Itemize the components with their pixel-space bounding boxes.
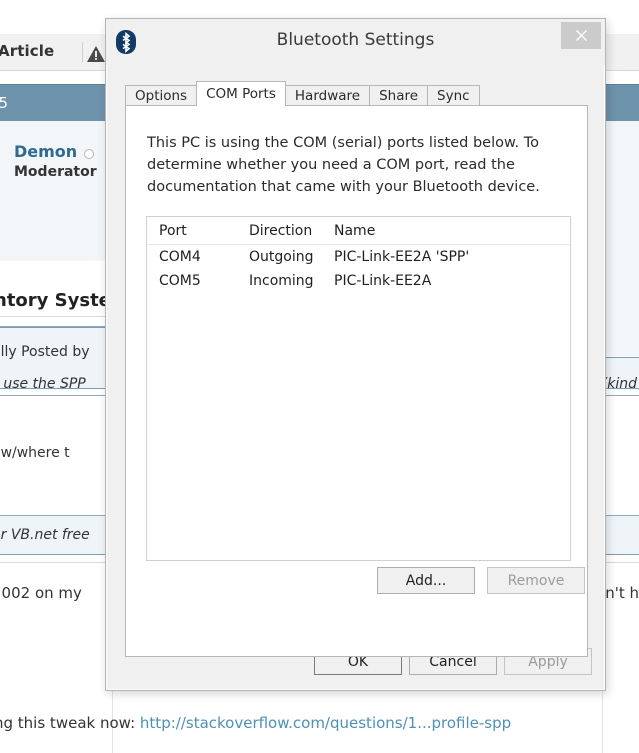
- tab-share[interactable]: Share: [369, 85, 428, 106]
- post-body-panel-right: [605, 121, 639, 356]
- column-header-name: Name: [322, 223, 570, 239]
- warning-triangle-icon: [86, 45, 106, 63]
- cell-direction: Incoming: [237, 273, 322, 289]
- tab-hardware[interactable]: Hardware: [285, 85, 370, 106]
- quote-text-right: (kind: [602, 376, 637, 392]
- thread-title: ntory Syste: [0, 290, 111, 311]
- bluetooth-settings-dialog: Bluetooth Settings Options COM Ports Har…: [105, 18, 606, 691]
- tab-options[interactable]: Options: [125, 85, 197, 106]
- breadcrumb-divider: [82, 42, 83, 62]
- dialog-tabs: Options COM Ports Hardware Share Sync: [125, 83, 588, 106]
- column-header-direction: Direction: [237, 223, 322, 239]
- remove-button: Remove: [487, 567, 585, 594]
- dialog-titlebar[interactable]: Bluetooth Settings: [106, 19, 605, 65]
- com-ports-list[interactable]: Port Direction Name COM4 Outgoing PIC-Li…: [146, 216, 571, 561]
- cell-port: COM4: [147, 249, 237, 265]
- divider: [0, 562, 112, 563]
- cell-port: COM5: [147, 273, 237, 289]
- post-body-line-1: ow/where t: [0, 445, 70, 461]
- divider: [0, 395, 112, 396]
- panel-description: This PC is using the COM (serial) ports …: [147, 132, 547, 198]
- post-body-line-3-right: n't h: [605, 584, 639, 602]
- bottom-text-line: ng this tweak now: http://stackoverflow.…: [0, 714, 511, 732]
- com-ports-panel: This PC is using the COM (serial) ports …: [125, 105, 588, 657]
- user-status-icon: [84, 149, 94, 159]
- cell-direction: Outgoing: [237, 249, 322, 265]
- column-header-port: Port: [147, 223, 237, 239]
- divider: [0, 316, 112, 317]
- dialog-title: Bluetooth Settings: [106, 30, 605, 50]
- bottom-text-prefix: ng this tweak now:: [0, 714, 140, 732]
- post-body-line-3: 2002 on my: [0, 584, 82, 602]
- post-count-label: 5: [0, 94, 8, 112]
- post-author-rank: Moderator: [14, 164, 97, 180]
- cell-name: PIC-Link-EE2A: [322, 273, 570, 289]
- add-button[interactable]: Add...: [377, 567, 475, 594]
- quote-box-2-right: [605, 516, 639, 555]
- list-header-row: Port Direction Name: [147, 217, 570, 245]
- quote-header-text: ally Posted by: [0, 344, 90, 360]
- divider: [605, 562, 639, 563]
- post-count-header-right: [605, 84, 639, 122]
- table-row[interactable]: COM5 Incoming PIC-Link-EE2A: [147, 269, 570, 293]
- divider: [605, 395, 639, 396]
- tab-sync[interactable]: Sync: [427, 85, 480, 106]
- post-author-name[interactable]: Demon: [14, 142, 77, 161]
- quote-text: u use the SPP: [0, 376, 86, 392]
- table-row[interactable]: COM4 Outgoing PIC-Link-EE2A 'SPP': [147, 245, 570, 269]
- close-icon[interactable]: [561, 22, 601, 49]
- stackoverflow-link[interactable]: http://stackoverflow.com/questions/1...p…: [140, 714, 511, 732]
- breadcrumb-article[interactable]: Article: [0, 42, 54, 60]
- tab-com-ports[interactable]: COM Ports: [196, 81, 286, 106]
- post-count-header: 5: [0, 84, 112, 122]
- cell-name: PIC-Link-EE2A 'SPP': [322, 249, 570, 265]
- post-body-line-2: er VB.net free: [0, 527, 90, 543]
